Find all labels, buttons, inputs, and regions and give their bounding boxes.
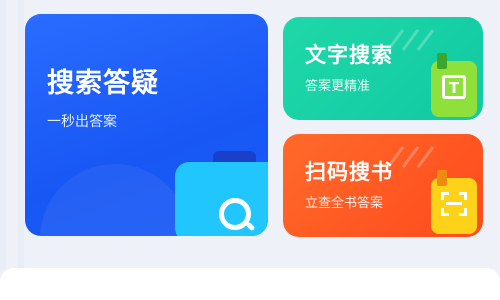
photo-search-subtitle: 一秒出答案	[47, 114, 117, 130]
card-glow	[40, 164, 190, 236]
photo-search-card[interactable]: 搜索答疑 一秒出答案	[25, 14, 268, 236]
scan-book-icon	[431, 170, 477, 234]
bottom-panel	[0, 268, 500, 300]
text-search-subtitle: 答案更精准	[305, 79, 371, 94]
scan-book-card[interactable]: 扫码搜书 立查全书答案	[283, 134, 483, 237]
text-search-card[interactable]: 文字搜索 答案更精准 T	[283, 17, 483, 120]
text-document-icon: T	[431, 53, 477, 117]
camera-search-icon	[175, 151, 268, 236]
photo-search-title: 搜索答疑	[47, 68, 159, 99]
text-search-title: 文字搜索	[305, 43, 393, 67]
scan-book-title: 扫码搜书	[305, 160, 393, 184]
scan-book-subtitle: 立查全书答案	[305, 196, 384, 211]
